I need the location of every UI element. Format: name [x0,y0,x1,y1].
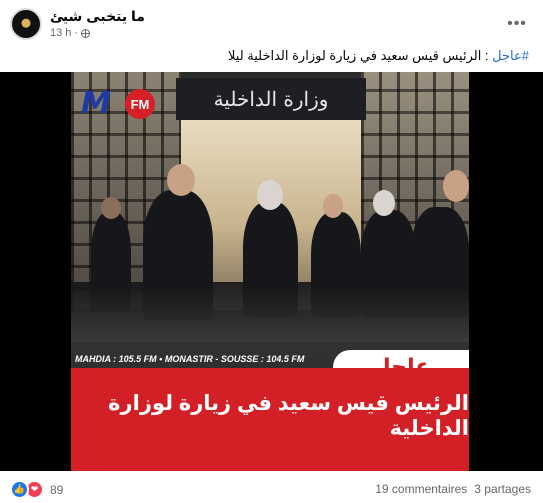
news-photo: وزارة الداخلية M FM MAHDIA : 105.5 FM • … [71,72,469,471]
person-head [257,180,283,210]
post-image[interactable]: وزارة الداخلية M FM MAHDIA : 105.5 FM • … [0,72,543,471]
more-options-icon[interactable]: ••• [503,10,531,38]
headline-banner: الرئيس قيس سعيد في زيارة لوزارة الداخلية [71,368,469,471]
mfm-logo: M FM [81,86,167,121]
person-head [373,190,395,216]
person-head [101,197,121,219]
ministry-sign-text: وزارة الداخلية [213,87,329,111]
engagement-stats: 19 commentaires 3 partages [375,482,531,496]
globe-icon [81,28,91,38]
comments-count[interactable]: 19 commentaires [375,482,467,496]
person-head [443,170,469,202]
hashtag-link[interactable]: #عاجل [492,48,529,63]
person-head [323,194,343,218]
like-reaction-icon: 👍 [10,480,29,499]
post-card: ما يتخبى شيئ 13 h · ••• #عاجل : الرئيس ق… [0,0,543,503]
frequency-banner: MAHDIA : 105.5 FM • MONASTIR - SOUSSE : … [75,354,305,364]
page-avatar[interactable] [10,8,42,40]
post-body: : الرئيس قيس سعيد في زيارة لوزارة الداخل… [228,48,493,63]
logo-m-text: M [81,86,111,121]
reactions-summary[interactable]: 👍 ❤ 89 [10,480,63,499]
reaction-count: 89 [50,482,64,497]
headline-text: الرئيس قيس سعيد في زيارة لوزارة الداخلية [108,391,469,440]
meta-separator: · [74,27,79,39]
post-text: #عاجل : الرئيس قيس سعيد في زيارة لوزارة … [228,48,529,64]
post-time[interactable]: 13 h [50,27,71,39]
shares-count[interactable]: 3 partages [474,482,531,496]
post-meta: 13 h · [50,27,91,39]
logo-fm-circle: FM [125,89,155,119]
car-reflection [71,282,469,342]
person-head [167,164,195,196]
ministry-sign: وزارة الداخلية [176,78,366,120]
page-name[interactable]: ما يتخبى شيئ [50,8,145,25]
